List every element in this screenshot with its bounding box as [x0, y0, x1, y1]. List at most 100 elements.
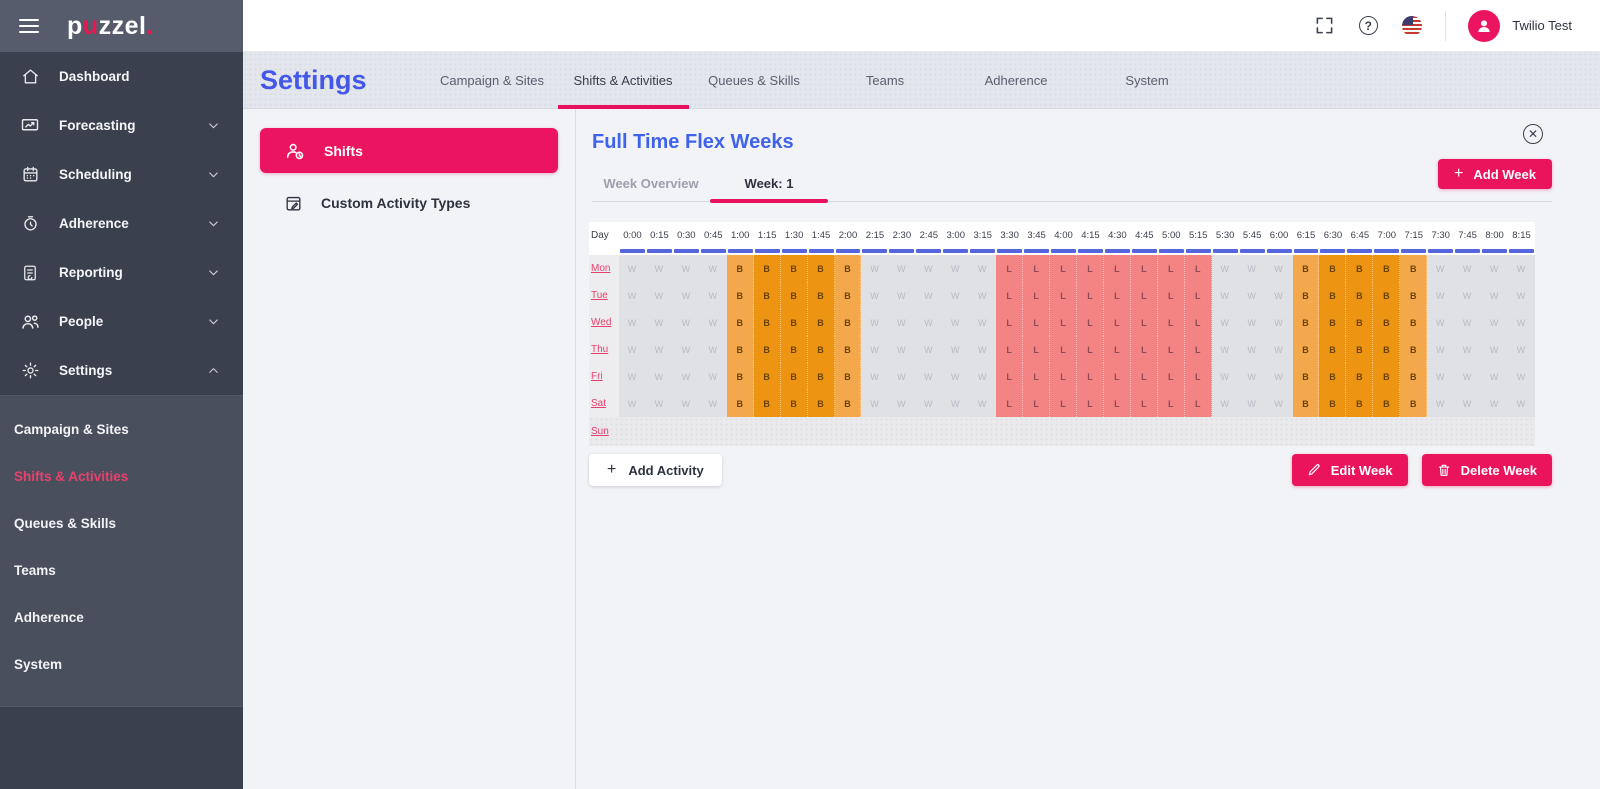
schedule-cell-w[interactable]: W — [1454, 390, 1482, 417]
schedule-cell-b[interactable]: B — [726, 255, 754, 282]
schedule-cell-w[interactable]: W — [1481, 282, 1509, 309]
schedule-cell-w[interactable]: W — [645, 363, 673, 390]
schedule-cell-w[interactable]: W — [1265, 336, 1293, 363]
day-link-thu[interactable]: Thu — [591, 344, 608, 355]
schedule-cell-b[interactable]: B — [726, 363, 754, 390]
schedule-cell-w[interactable]: W — [1481, 390, 1509, 417]
schedule-cell-l[interactable]: L — [1157, 363, 1185, 390]
schedule-cell-w[interactable]: W — [969, 363, 997, 390]
schedule-cell-w[interactable]: W — [1427, 255, 1455, 282]
schedule-cell-l[interactable]: L — [1184, 255, 1212, 282]
schedule-cell-l[interactable]: L — [1077, 255, 1104, 282]
schedule-cell-w[interactable]: W — [1427, 336, 1455, 363]
schedule-cell-w[interactable]: W — [645, 309, 673, 336]
schedule-cell-w[interactable]: W — [672, 363, 700, 390]
submenu-item-adherence[interactable]: Adherence — [0, 594, 243, 641]
schedule-cell-b[interactable]: B — [807, 336, 835, 363]
schedule-cell-b[interactable]: B — [726, 282, 754, 309]
schedule-cell-w[interactable]: W — [1211, 390, 1239, 417]
day-link-wed[interactable]: Wed — [591, 317, 611, 328]
schedule-cell-w[interactable]: W — [1238, 255, 1266, 282]
schedule-cell-l[interactable]: L — [1103, 309, 1131, 336]
schedule-cell-b[interactable]: B — [834, 309, 862, 336]
schedule-cell-w[interactable]: W — [969, 255, 997, 282]
schedule-cell-w[interactable]: W — [699, 363, 727, 390]
schedule-cell-w[interactable]: W — [861, 255, 889, 282]
schedule-cell-b[interactable]: B — [1400, 282, 1428, 309]
schedule-cell-l[interactable]: L — [1023, 255, 1051, 282]
schedule-cell-b[interactable]: B — [1373, 282, 1401, 309]
schedule-cell-w[interactable]: W — [619, 336, 646, 363]
submenu-item-teams[interactable]: Teams — [0, 547, 243, 594]
schedule-cell-l[interactable]: L — [1023, 363, 1051, 390]
schedule-cell-w[interactable]: W — [1211, 336, 1239, 363]
schedule-cell-w[interactable]: W — [861, 336, 889, 363]
schedule-cell-b[interactable]: B — [1292, 255, 1320, 282]
schedule-cell-w[interactable]: W — [888, 255, 916, 282]
schedule-cell-l[interactable]: L — [996, 390, 1024, 417]
schedule-cell-l[interactable]: L — [1130, 282, 1158, 309]
sidebar-item-adherence[interactable]: Adherence — [0, 199, 243, 248]
schedule-cell-w[interactable]: W — [915, 336, 943, 363]
schedule-cell-l[interactable]: L — [1157, 282, 1185, 309]
schedule-cell-l[interactable]: L — [1077, 309, 1104, 336]
schedule-cell-w[interactable]: W — [1481, 363, 1509, 390]
schedule-cell-b[interactable]: B — [780, 309, 808, 336]
schedule-cell-b[interactable]: B — [780, 390, 808, 417]
menu-toggle-icon[interactable] — [19, 15, 39, 37]
schedule-cell-b[interactable]: B — [834, 363, 862, 390]
fullscreen-icon[interactable] — [1313, 15, 1335, 37]
schedule-cell-l[interactable]: L — [1184, 309, 1212, 336]
schedule-cell-b[interactable]: B — [807, 309, 835, 336]
schedule-cell-l[interactable]: L — [1130, 255, 1158, 282]
schedule-cell-l[interactable]: L — [996, 309, 1024, 336]
close-icon[interactable]: ✕ — [1523, 124, 1543, 144]
schedule-cell-b[interactable]: B — [1400, 309, 1428, 336]
schedule-cell-w[interactable]: W — [861, 390, 889, 417]
day-link-fri[interactable]: Fri — [591, 371, 603, 382]
day-link-tue[interactable]: Tue — [591, 290, 608, 301]
add-activity-button[interactable]: + Add Activity — [589, 454, 722, 486]
schedule-cell-l[interactable]: L — [1023, 309, 1051, 336]
schedule-cell-b[interactable]: B — [780, 363, 808, 390]
week-tab-week-1[interactable]: Week: 1 — [710, 165, 828, 203]
schedule-cell-w[interactable]: W — [672, 255, 700, 282]
schedule-cell-w[interactable]: W — [1481, 309, 1509, 336]
schedule-cell-l[interactable]: L — [1184, 390, 1212, 417]
schedule-cell-b[interactable]: B — [1319, 309, 1347, 336]
schedule-cell-w[interactable]: W — [1508, 282, 1535, 309]
schedule-cell-b[interactable]: B — [834, 282, 862, 309]
schedule-cell-w[interactable]: W — [861, 363, 889, 390]
schedule-cell-w[interactable]: W — [1508, 309, 1535, 336]
tab-system[interactable]: System — [1082, 52, 1213, 108]
schedule-cell-w[interactable]: W — [1427, 390, 1455, 417]
schedule-cell-b[interactable]: B — [1346, 255, 1374, 282]
panel-item-shifts[interactable]: Shifts — [260, 128, 558, 173]
tab-queues-skills[interactable]: Queues & Skills — [689, 52, 820, 108]
help-icon[interactable]: ? — [1357, 15, 1379, 37]
schedule-cell-l[interactable]: L — [1023, 390, 1051, 417]
schedule-cell-l[interactable]: L — [1077, 336, 1104, 363]
schedule-cell-w[interactable]: W — [861, 309, 889, 336]
user-name[interactable]: Twilio Test — [1512, 18, 1572, 33]
schedule-cell-l[interactable]: L — [1050, 309, 1077, 336]
submenu-item-shifts-activities[interactable]: Shifts & Activities — [0, 453, 243, 500]
week-tab-week-overview[interactable]: Week Overview — [592, 165, 710, 201]
schedule-cell-w[interactable]: W — [672, 390, 700, 417]
schedule-cell-l[interactable]: L — [996, 282, 1024, 309]
schedule-cell-w[interactable]: W — [619, 309, 646, 336]
tab-campaign-sites[interactable]: Campaign & Sites — [427, 52, 558, 108]
schedule-cell-l[interactable]: L — [996, 255, 1024, 282]
day-link-sun[interactable]: Sun — [591, 426, 609, 437]
submenu-item-system[interactable]: System — [0, 641, 243, 688]
schedule-cell-w[interactable]: W — [1211, 309, 1239, 336]
schedule-cell-l[interactable]: L — [1077, 282, 1104, 309]
schedule-cell-b[interactable]: B — [807, 255, 835, 282]
schedule-cell-l[interactable]: L — [1157, 390, 1185, 417]
schedule-cell-l[interactable]: L — [996, 363, 1024, 390]
schedule-cell-l[interactable]: L — [1130, 390, 1158, 417]
schedule-cell-b[interactable]: B — [1319, 255, 1347, 282]
schedule-cell-l[interactable]: L — [996, 336, 1024, 363]
schedule-cell-l[interactable]: L — [1103, 255, 1131, 282]
schedule-cell-l[interactable]: L — [1130, 363, 1158, 390]
